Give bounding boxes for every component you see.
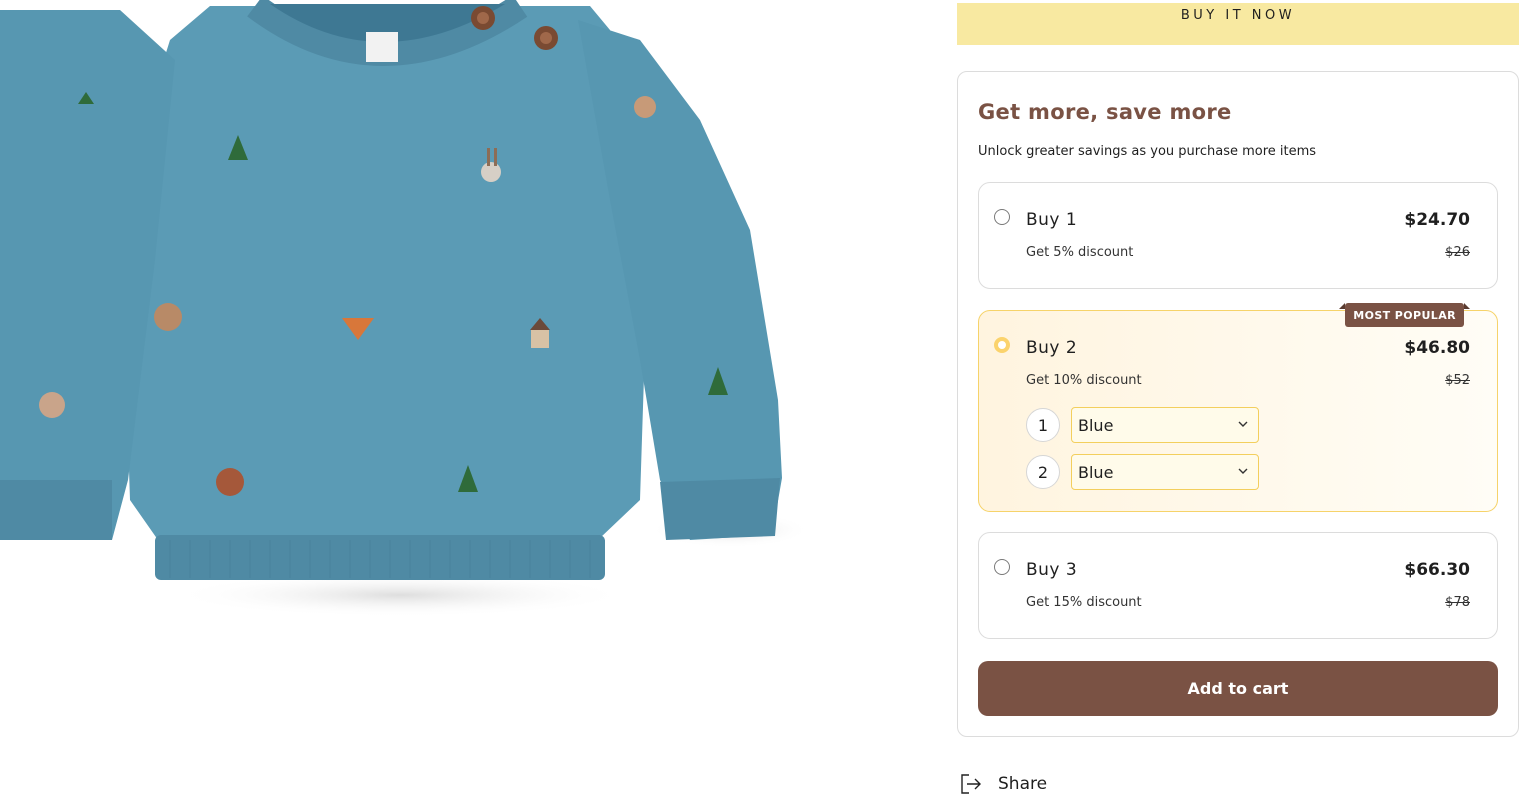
- offer-price: $46.80: [1404, 338, 1470, 358]
- bundle-offers-card: Get more, save more Unlock greater savin…: [957, 71, 1519, 737]
- variant-color-select-2[interactable]: Blue: [1071, 454, 1259, 490]
- chevron-down-icon: [1238, 421, 1248, 427]
- offer-price: $24.70: [1404, 210, 1470, 230]
- variant-color-select-1[interactable]: Blue: [1071, 407, 1259, 443]
- offer-buy-3[interactable]: Buy 3 $66.30 Get 15% discount $78: [978, 532, 1498, 639]
- offer-name: Buy 1: [1026, 210, 1078, 230]
- buy-it-now-button[interactable]: BUY IT NOW: [957, 3, 1519, 45]
- offer-discount: Get 10% discount: [1026, 373, 1142, 388]
- offer-name: Buy 3: [1026, 560, 1078, 580]
- share-button[interactable]: Share: [960, 770, 1047, 798]
- product-image[interactable]: [0, 0, 868, 804]
- offer-discount: Get 15% discount: [1026, 595, 1142, 610]
- variant-selected-value: Blue: [1078, 463, 1114, 482]
- offer-discount: Get 5% discount: [1026, 245, 1134, 260]
- variant-selected-value: Blue: [1078, 416, 1114, 435]
- variant-index: 1: [1026, 408, 1060, 442]
- most-popular-badge: MOST POPULAR: [1339, 303, 1470, 327]
- offer-compare-price: $78: [1445, 595, 1470, 610]
- offer-name: Buy 2: [1026, 338, 1078, 358]
- bundle-title: Get more, save more: [978, 100, 1232, 124]
- chevron-down-icon: [1238, 468, 1248, 474]
- sweater-illustration: [0, 0, 810, 617]
- offer-buy-2[interactable]: MOST POPULAR Buy 2 $46.80 Get 10% discou…: [978, 303, 1498, 512]
- offer-compare-price: $26: [1445, 245, 1470, 260]
- variant-index: 2: [1026, 455, 1060, 489]
- offer-radio-buy-1[interactable]: [994, 209, 1010, 225]
- offer-price: $66.30: [1404, 560, 1470, 580]
- offer-buy-1[interactable]: Buy 1 $24.70 Get 5% discount $26: [978, 182, 1498, 289]
- share-label: Share: [998, 774, 1048, 794]
- add-to-cart-button[interactable]: Add to cart: [978, 661, 1498, 716]
- bundle-subtitle: Unlock greater savings as you purchase m…: [978, 144, 1317, 159]
- share-icon: [961, 774, 981, 794]
- offer-radio-buy-3[interactable]: [994, 559, 1010, 575]
- offer-compare-price: $52: [1445, 373, 1470, 388]
- offer-radio-buy-2[interactable]: [994, 337, 1010, 353]
